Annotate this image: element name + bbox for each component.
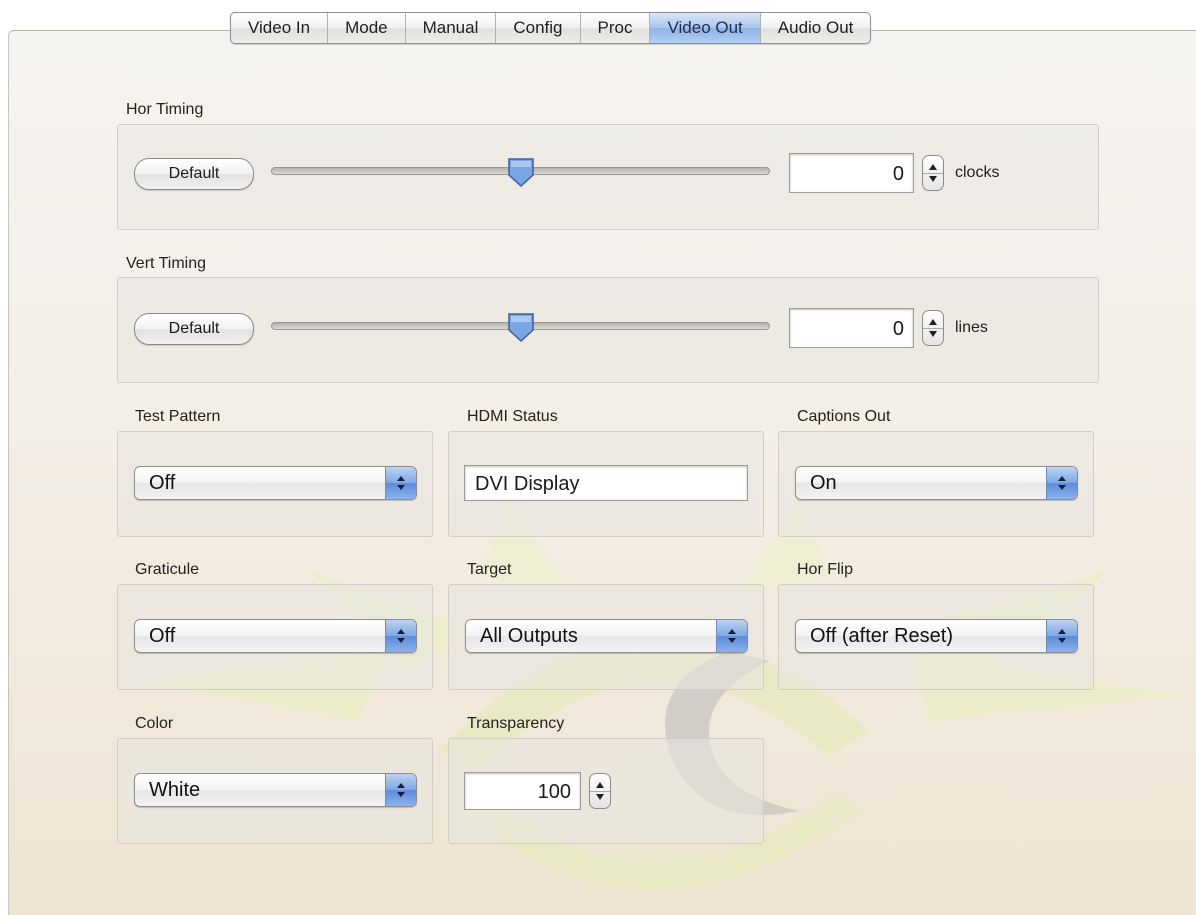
hor-timing-default-button[interactable]: Default [134,158,254,190]
hor-timing-label: Hor Timing [126,101,204,118]
hor-flip-select[interactable]: Off (after Reset) [795,619,1078,653]
tab-config[interactable]: Config [496,13,581,43]
vert-timing-value-field[interactable]: 0 [789,308,914,348]
graticule-label: Graticule [135,561,200,578]
select-arrows-icon [1046,467,1077,499]
tab-mode[interactable]: Mode [328,13,406,43]
hdmi-status-field: DVI Display [464,465,748,501]
stepper-down-icon [929,176,937,182]
color-group: White [117,738,433,844]
select-arrows-icon [385,467,416,499]
vert-timing-group: Default 0 lines [117,277,1099,383]
hor-timing-slider-thumb[interactable] [506,157,536,187]
stepper-down-icon [596,794,604,800]
hor-timing-unit: clocks [955,164,1000,181]
hdmi-status-label: HDMI Status [467,408,558,425]
hor-timing-stepper[interactable] [922,155,944,191]
video-out-panel: Hor Timing Default 0 clocks Vert Timing … [8,30,1196,915]
captions-out-label: Captions Out [797,408,891,425]
tab-video-in[interactable]: Video In [231,13,329,43]
tab-manual[interactable]: Manual [406,13,497,43]
vert-timing-stepper[interactable] [922,310,944,346]
hdmi-status-group: DVI Display [448,431,764,537]
select-arrows-icon [385,774,416,806]
color-select[interactable]: White [134,773,417,807]
tab-video-out[interactable]: Video Out [650,13,761,43]
transparency-stepper[interactable] [589,773,611,809]
tab-bar: Video In Mode Manual Config Proc Video O… [230,12,872,44]
target-group: All Outputs [448,584,764,690]
hor-flip-group: Off (after Reset) [778,584,1094,690]
transparency-group: 100 [448,738,764,844]
captions-out-select[interactable]: On [795,466,1078,500]
graticule-group: Off [117,584,433,690]
transparency-value-field[interactable]: 100 [464,772,581,810]
test-pattern-select[interactable]: Off [134,466,417,500]
tab-audio-out[interactable]: Audio Out [761,13,871,43]
hor-timing-value-field[interactable]: 0 [789,153,914,193]
color-label: Color [135,715,174,732]
vert-timing-label: Vert Timing [126,255,207,272]
stepper-up-icon [929,164,937,170]
test-pattern-label: Test Pattern [135,408,221,425]
vert-timing-unit: lines [955,319,988,336]
graticule-select[interactable]: Off [134,619,417,653]
target-label: Target [467,561,512,578]
test-pattern-group: Off [117,431,433,537]
hor-timing-group: Default 0 clocks [117,124,1099,230]
stepper-down-icon [929,331,937,337]
hor-flip-label: Hor Flip [797,561,854,578]
captions-out-group: On [778,431,1094,537]
vert-timing-default-button[interactable]: Default [134,313,254,345]
vert-timing-slider-thumb[interactable] [506,312,536,342]
select-arrows-icon [1046,620,1077,652]
stepper-up-icon [596,782,604,788]
transparency-label: Transparency [467,715,565,732]
target-select[interactable]: All Outputs [465,619,748,653]
select-arrows-icon [385,620,416,652]
tab-proc[interactable]: Proc [581,13,651,43]
select-arrows-icon [716,620,747,652]
stepper-up-icon [929,319,937,325]
